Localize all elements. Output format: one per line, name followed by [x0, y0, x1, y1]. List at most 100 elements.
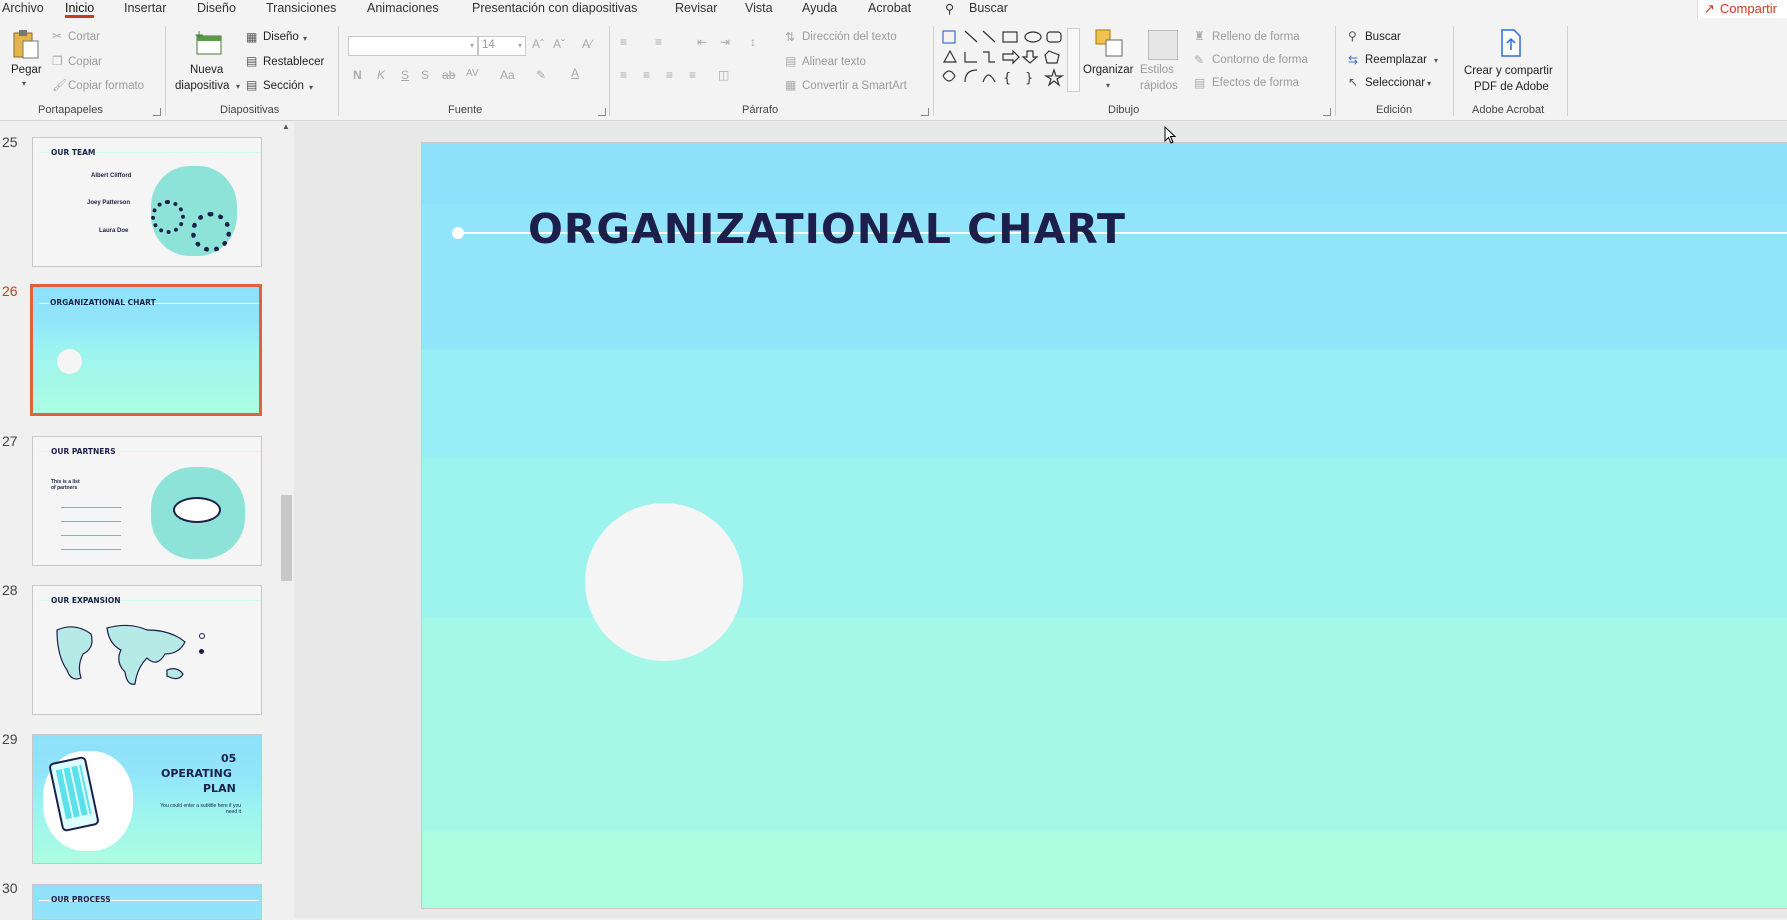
reset-button[interactable]: Restablecer [263, 56, 324, 68]
bold-button[interactable]: N [353, 69, 362, 81]
arrange-dropdown-icon[interactable]: ▾ [1106, 82, 1110, 90]
new-slide-icon[interactable]: + [194, 28, 224, 56]
slide-number: 28 [2, 582, 18, 598]
search-icon[interactable]: ⚲ [945, 1, 954, 16]
thumbnail-scroll-thumb[interactable] [281, 495, 292, 581]
clear-format-icon[interactable]: A∕ [582, 38, 592, 50]
find-button[interactable]: Buscar [1365, 31, 1401, 43]
slide-thumbnail-26[interactable]: ORGANIZATIONAL CHART [30, 284, 262, 416]
increase-indent-icon[interactable]: ⇥ [720, 36, 730, 48]
slide-thumbnail-pane[interactable]: 25 OUR TEAM Albert Clifford Joey Patters… [0, 121, 283, 920]
tab-inicio[interactable]: Inicio [65, 1, 95, 18]
slide-thumbnail-29[interactable]: 05 OPERATING PLAN You could enter a subt… [32, 734, 262, 864]
quick-styles-label-1[interactable]: Estilos [1140, 64, 1174, 76]
align-text-button[interactable]: Alinear texto [802, 56, 866, 68]
select-button[interactable]: Seleccionar [1365, 77, 1425, 89]
copy-button[interactable]: Copiar [68, 56, 102, 68]
replace-button[interactable]: Reemplazar [1365, 54, 1427, 66]
create-pdf-label-2[interactable]: PDF de Adobe [1474, 81, 1549, 93]
arrange-icon[interactable] [1094, 28, 1126, 60]
slide-number: 30 [2, 880, 18, 896]
font-name-combo[interactable]: ▾ [348, 36, 478, 56]
tab-presentacion[interactable]: Presentación con diapositivas [472, 1, 637, 15]
columns-icon[interactable]: ◫ [718, 69, 729, 81]
replace-dropdown-icon[interactable]: ▾ [1434, 57, 1438, 65]
slide-title[interactable]: ORGANIZATIONAL CHART [528, 205, 1126, 253]
shapes-gallery-scroll[interactable] [1067, 28, 1080, 92]
shape-effects-button[interactable]: Efectos de forma [1212, 77, 1299, 89]
line-spacing-icon[interactable]: ↕ [750, 36, 756, 48]
char-spacing-button[interactable]: AV [466, 69, 479, 79]
new-slide-label-1[interactable]: Nueva [190, 64, 223, 76]
clipboard-launcher-icon[interactable] [153, 108, 161, 116]
tab-vista[interactable]: Vista [745, 1, 773, 15]
world-map-icon [51, 620, 191, 690]
new-slide-label-2[interactable]: diapositiva [175, 80, 229, 92]
circle-placeholder[interactable] [585, 503, 743, 661]
shadow-button[interactable]: S [421, 69, 429, 81]
divider [165, 26, 166, 116]
tab-revisar[interactable]: Revisar [675, 1, 717, 15]
paste-dropdown-icon[interactable]: ▾ [22, 80, 26, 88]
paragraph-launcher-icon[interactable] [921, 108, 929, 116]
layout-button[interactable]: Diseño [263, 31, 299, 43]
arrange-button[interactable]: Organizar [1083, 64, 1134, 76]
font-size-dropdown-icon[interactable]: ▾ [518, 42, 522, 50]
decrease-indent-icon[interactable]: ⇤ [697, 36, 707, 48]
tab-archivo[interactable]: Archivo [2, 1, 44, 15]
create-pdf-label-1[interactable]: Crear y compartir [1464, 65, 1553, 77]
quick-styles-label-2[interactable]: rápidos [1140, 80, 1178, 92]
tab-animaciones[interactable]: Animaciones [367, 1, 439, 15]
shape-outline-button[interactable]: Contorno de forma [1212, 54, 1308, 66]
slide-thumbnail-30[interactable]: OUR PROCESS [32, 884, 262, 920]
underline-button[interactable]: S [401, 69, 409, 81]
slide-thumbnail-25[interactable]: OUR TEAM Albert Clifford Joey Patterson … [32, 137, 262, 267]
strikethrough-button[interactable]: ab [442, 69, 455, 81]
tab-acrobat[interactable]: Acrobat [868, 1, 911, 15]
highlight-icon[interactable]: ✎ [536, 69, 546, 81]
tab-insertar[interactable]: Insertar [124, 1, 166, 15]
title-divider-dot[interactable] [452, 227, 464, 239]
section-dropdown-icon[interactable]: ▾ [309, 84, 313, 92]
drawing-launcher-icon[interactable] [1323, 108, 1331, 116]
tab-diseno[interactable]: Diseño [197, 1, 236, 15]
new-slide-dropdown-icon[interactable]: ▾ [236, 83, 240, 91]
shrink-font-icon[interactable]: Aˇ [553, 38, 565, 50]
font-color-icon[interactable]: A [571, 67, 579, 79]
select-dropdown-icon[interactable]: ▾ [1427, 80, 1431, 88]
current-slide[interactable]: ORGANIZATIONAL CHART [421, 142, 1787, 909]
paste-icon[interactable] [10, 30, 40, 60]
section-button[interactable]: Sección [263, 80, 304, 92]
justify-icon[interactable]: ≡ [689, 69, 696, 81]
scroll-up-icon[interactable]: ▲ [282, 123, 290, 131]
font-size-combo[interactable]: 14 ▾ [478, 36, 526, 56]
tab-transiciones[interactable]: Transiciones [266, 1, 336, 15]
paste-button[interactable]: Pegar [11, 64, 42, 76]
align-left-icon[interactable]: ≡ [620, 69, 627, 81]
format-painter-button[interactable]: Copiar formato [68, 80, 144, 92]
tab-ayuda[interactable]: Ayuda [802, 1, 837, 15]
font-name-dropdown-icon[interactable]: ▾ [470, 42, 474, 50]
smartart-button[interactable]: Convertir a SmartArt [802, 80, 907, 92]
search-box[interactable]: Buscar [969, 1, 1008, 15]
slide-thumbnail-28[interactable]: OUR EXPANSION [32, 585, 262, 715]
mouse-cursor-icon [1164, 125, 1177, 147]
shape-fill-button[interactable]: Relleno de forma [1212, 31, 1300, 43]
quick-styles-icon[interactable] [1148, 30, 1178, 60]
divider [933, 26, 934, 116]
create-pdf-icon[interactable] [1498, 28, 1524, 58]
text-direction-button[interactable]: Dirección del texto [802, 31, 897, 43]
align-right-icon[interactable]: ≡ [666, 69, 673, 81]
shapes-gallery[interactable]: {} [941, 28, 1069, 90]
change-case-button[interactable]: Aa [500, 69, 515, 81]
cut-button[interactable]: Cortar [68, 31, 100, 43]
share-button[interactable]: ↗ Compartir [1696, 0, 1787, 18]
layout-dropdown-icon[interactable]: ▾ [303, 35, 307, 43]
italic-button[interactable]: K [377, 69, 385, 81]
grow-font-icon[interactable]: Aˆ [532, 38, 544, 50]
bullets-icon[interactable]: ≡ [620, 36, 627, 48]
font-launcher-icon[interactable] [598, 108, 606, 116]
slide-thumbnail-27[interactable]: OUR PARTNERS This is a list of partners [32, 436, 262, 566]
align-center-icon[interactable]: ≡ [643, 69, 650, 81]
numbering-icon[interactable]: ≡ [655, 36, 662, 48]
